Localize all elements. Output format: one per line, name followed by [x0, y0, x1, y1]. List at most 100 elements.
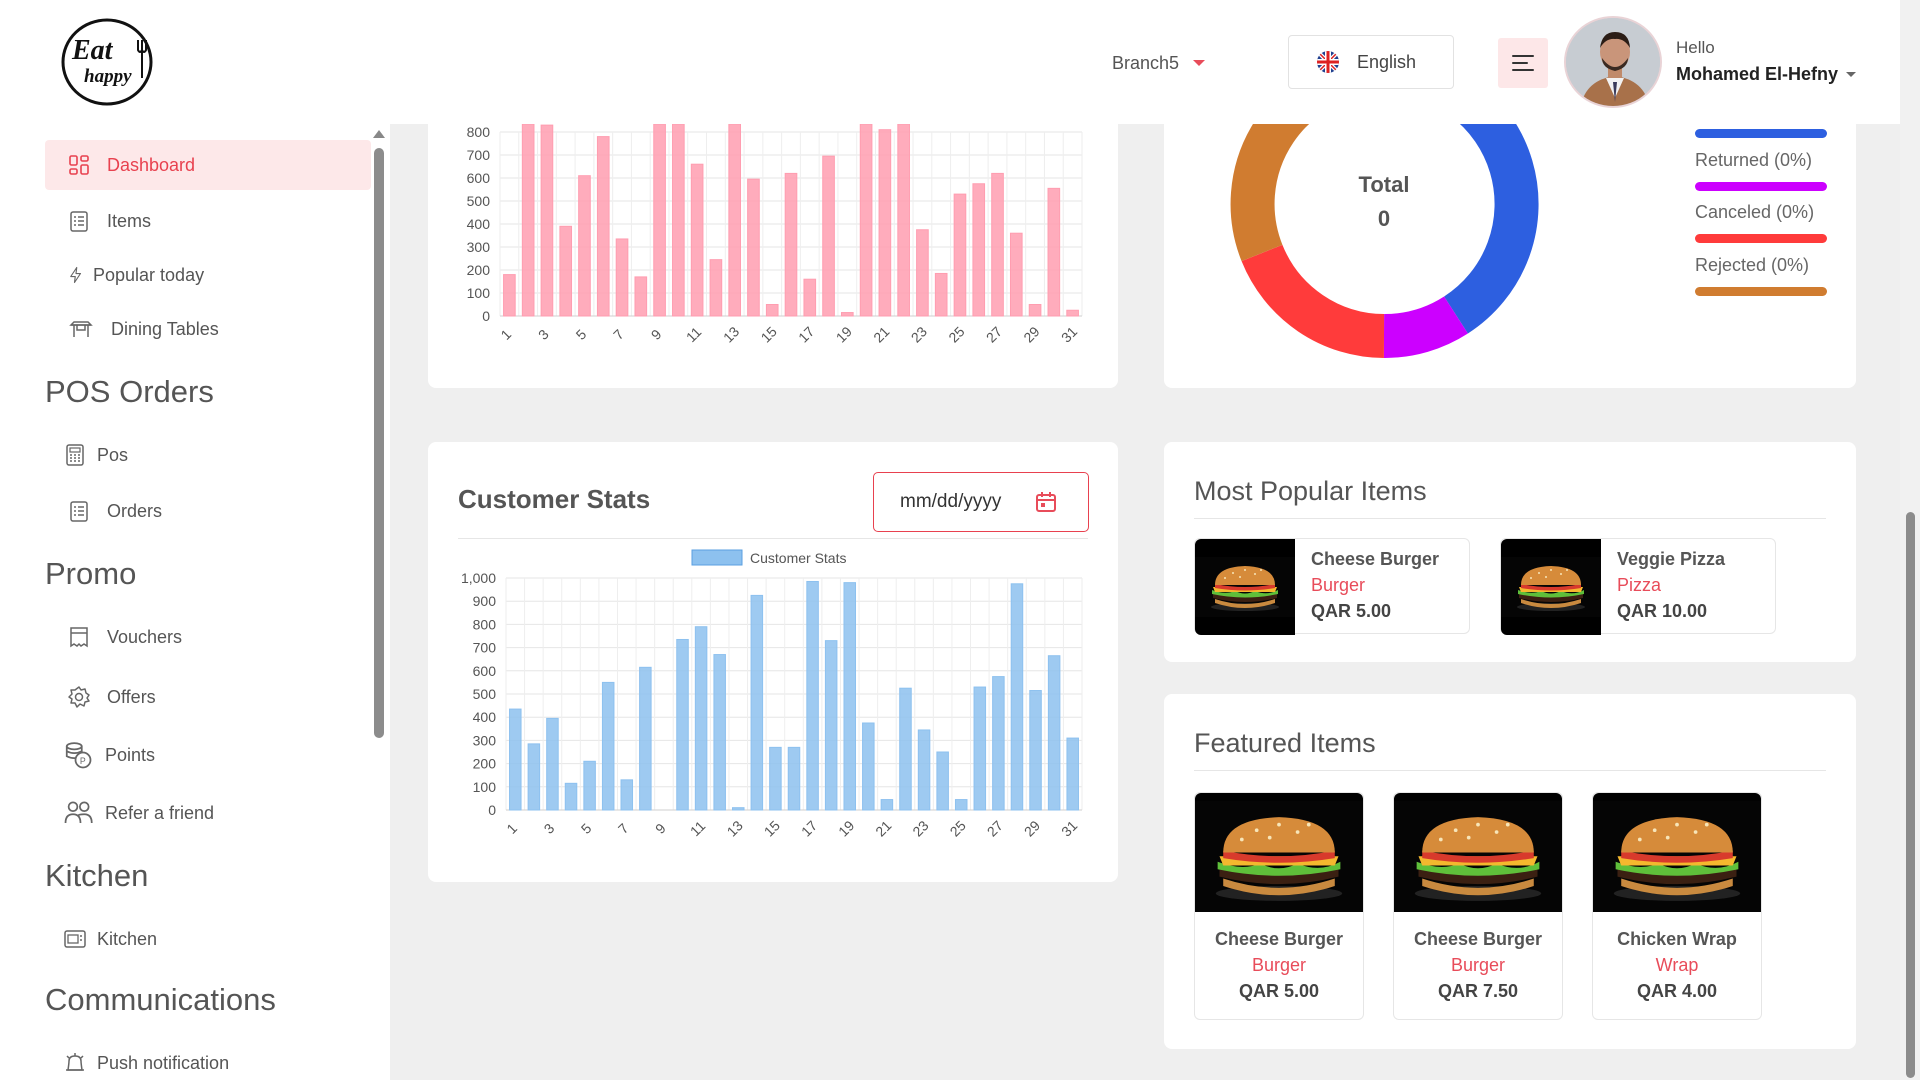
sidebar-item-items[interactable]: Items [45, 196, 151, 246]
bar[interactable] [803, 278, 817, 317]
popular-item-card[interactable]: Veggie Pizza Pizza QAR 10.00 [1500, 538, 1776, 635]
bar[interactable] [787, 746, 801, 811]
branch-selector[interactable]: Branch5 [1080, 38, 1250, 88]
bar[interactable] [634, 276, 648, 317]
bar[interactable] [1028, 304, 1042, 317]
bar[interactable] [936, 751, 949, 811]
featured-item-card[interactable]: Cheese Burger Burger QAR 5.00 [1194, 792, 1364, 1020]
sidebar-item-refer-a-friend[interactable]: Refer a friend [45, 788, 214, 838]
bar[interactable] [859, 123, 873, 317]
y-tick-label: 1,000 [461, 570, 496, 586]
x-tick-label: 13 [720, 323, 742, 345]
sidebar-item-kitchen[interactable]: Kitchen [45, 914, 157, 964]
bar[interactable] [728, 123, 741, 317]
bar[interactable] [878, 129, 892, 317]
bar[interactable] [690, 163, 704, 317]
sidebar-item-popular-today[interactable]: Popular today [45, 250, 204, 300]
list-icon [70, 211, 88, 232]
bar[interactable] [1009, 232, 1023, 317]
bar[interactable] [1047, 187, 1061, 317]
bar[interactable] [750, 594, 764, 811]
bar[interactable] [934, 272, 948, 317]
bar[interactable] [653, 123, 666, 317]
sidebar-item-offers[interactable]: Offers [45, 672, 156, 722]
sidebar-item-pos[interactable]: Pos [45, 430, 128, 480]
sidebar-item-push-notification[interactable]: Push notification [45, 1038, 229, 1080]
bar[interactable] [639, 666, 652, 811]
scroll-up-arrow-icon[interactable] [373, 130, 385, 138]
bar[interactable] [991, 172, 1004, 317]
bell-icon [66, 1053, 84, 1071]
bar[interactable] [822, 155, 835, 317]
bar[interactable] [899, 687, 912, 811]
featured-item-card[interactable]: Cheese Burger Burger QAR 7.50 [1393, 792, 1563, 1020]
bar[interactable] [973, 686, 987, 811]
page-scrollbar[interactable] [1906, 512, 1915, 1078]
bar[interactable] [601, 681, 615, 811]
bar[interactable] [806, 580, 819, 811]
sidebar-item-points[interactable]: P Points [45, 730, 155, 780]
bar[interactable] [583, 760, 596, 811]
calendar-icon[interactable] [1034, 490, 1058, 514]
sidebar-item-dashboard[interactable]: Dashboard [45, 140, 371, 190]
sidebar-item-vouchers[interactable]: Vouchers [45, 612, 182, 662]
y-tick-label: 200 [467, 262, 491, 278]
featured-items-title: Featured Items [1194, 728, 1376, 758]
bar[interactable] [694, 626, 708, 811]
bar[interactable] [916, 229, 929, 317]
y-tick-label: 600 [467, 170, 491, 186]
bar[interactable] [765, 304, 779, 317]
bar[interactable] [784, 172, 798, 317]
bar[interactable] [503, 274, 516, 317]
bar[interactable] [747, 178, 760, 317]
eat-happy-logo[interactable]: Eat happy [58, 16, 156, 108]
bar[interactable] [509, 708, 522, 811]
bar[interactable] [713, 654, 726, 811]
bar[interactable] [1010, 583, 1024, 811]
hamburger-menu-button[interactable] [1498, 38, 1548, 88]
bar[interactable] [1066, 737, 1079, 811]
logo-text-eat: Eat [71, 35, 114, 66]
bar[interactable] [954, 799, 968, 811]
bar[interactable] [527, 743, 541, 811]
bar[interactable] [1047, 655, 1061, 811]
bar[interactable] [769, 746, 782, 811]
featured-item-card[interactable]: Chicken Wrap Wrap QAR 4.00 [1592, 792, 1762, 1020]
bar[interactable] [862, 722, 875, 811]
list-icon [70, 501, 88, 522]
bar[interactable] [564, 782, 578, 811]
date-input[interactable]: mm/dd/yyyy [873, 472, 1089, 532]
bar[interactable] [841, 312, 854, 317]
bar[interactable] [596, 136, 610, 317]
bar[interactable] [953, 193, 967, 317]
sidebar-item-orders[interactable]: Orders [45, 486, 162, 536]
bar[interactable] [676, 638, 689, 811]
bar[interactable] [992, 676, 1005, 811]
bar[interactable] [546, 717, 559, 811]
bar[interactable] [1029, 690, 1042, 811]
bar[interactable] [1066, 309, 1079, 317]
bar[interactable] [672, 123, 685, 317]
sidebar-scrollbar[interactable] [374, 148, 384, 738]
sidebar-item-dining-tables[interactable]: Dining Tables [45, 304, 219, 354]
bar[interactable] [540, 124, 554, 317]
bar[interactable] [917, 729, 931, 811]
bar[interactable] [897, 123, 910, 317]
bar[interactable] [843, 582, 857, 811]
avatar[interactable] [1564, 16, 1662, 108]
language-selector[interactable]: English [1288, 35, 1454, 89]
bar[interactable] [824, 640, 838, 811]
y-tick-label: 400 [473, 709, 497, 725]
bar[interactable] [620, 779, 634, 811]
popular-item-card[interactable]: Cheese Burger Burger QAR 5.00 [1194, 538, 1470, 635]
bar[interactable] [578, 175, 591, 317]
divider [1194, 770, 1826, 771]
bar[interactable] [559, 225, 573, 317]
bar[interactable] [880, 799, 894, 811]
bar[interactable] [521, 123, 535, 317]
bar[interactable] [731, 807, 745, 811]
bar[interactable] [972, 183, 986, 317]
bar[interactable] [709, 259, 723, 317]
bar[interactable] [615, 238, 629, 317]
user-menu[interactable]: Mohamed El-Hefny [1676, 64, 1857, 85]
